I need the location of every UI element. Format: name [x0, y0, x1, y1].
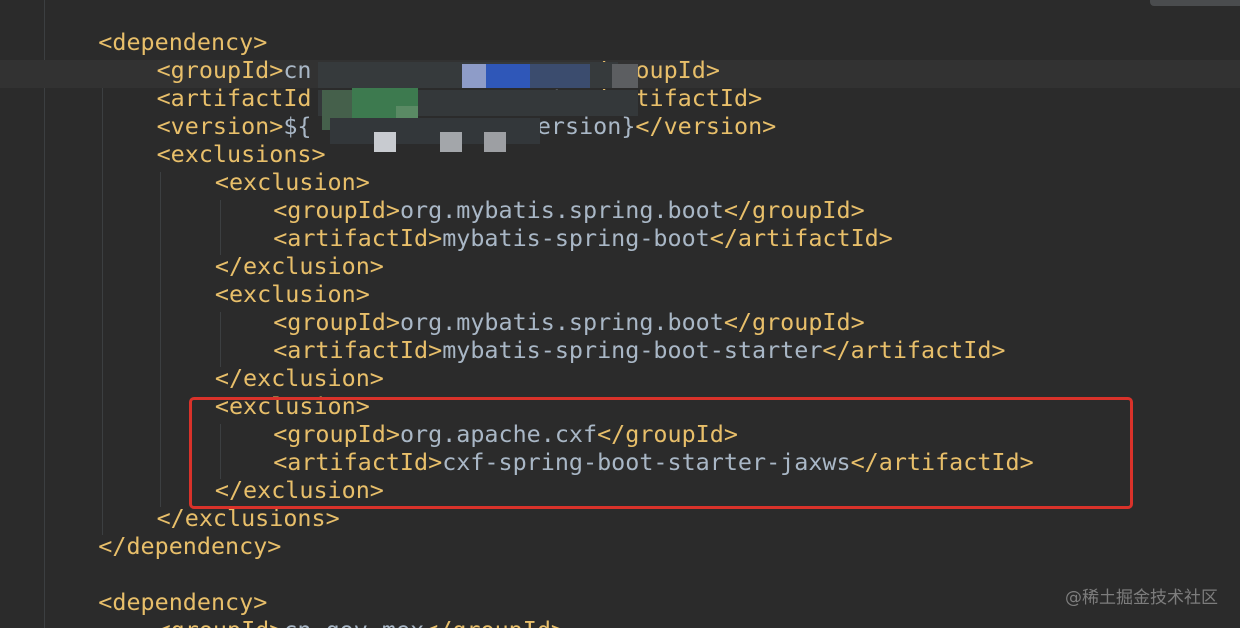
indent-guide: [160, 172, 161, 507]
xml-text: cn: [283, 56, 312, 84]
xml-text: org.mybatis.spring.boot: [399, 196, 724, 224]
xml-tag: </artifactId>: [709, 224, 893, 252]
code-line[interactable]: <groupId>org.mybatis.spring.boot</groupI…: [273, 196, 864, 224]
redaction-pixel: [484, 132, 506, 152]
xml-tag: <version>: [156, 112, 284, 140]
xml-tag: <groupId>: [273, 308, 400, 336]
code-line[interactable]: <groupId>org.mybatis.spring.boot</groupI…: [273, 308, 864, 336]
indent-guide: [44, 0, 45, 628]
xml-tag: </artifactId>: [822, 336, 1006, 364]
xml-tag: </groupId>: [424, 616, 565, 628]
code-line[interactable]: </exclusion>: [215, 364, 384, 392]
code-line[interactable]: <groupId>cn.gov.mex</groupId>: [157, 616, 565, 628]
indent-guide: [220, 200, 221, 255]
xml-tag: </groupId>: [723, 196, 865, 224]
xml-tag: <groupId>: [273, 196, 400, 224]
scrollbar-thumb[interactable]: [1150, 0, 1240, 6]
code-line[interactable]: <exclusions>: [157, 140, 326, 168]
xml-tag: </groupId>: [723, 308, 865, 336]
xml-text: ersion}: [536, 112, 636, 140]
indent-guide: [220, 312, 221, 367]
code-line[interactable]: <artifactId>mybatis-spring-boot</artifac…: [273, 224, 893, 252]
xml-text: mybatis-spring-boot: [442, 224, 710, 252]
xml-tag: <artifactId>: [273, 224, 443, 252]
xml-tag: <groupId>: [157, 616, 284, 628]
highlight-annotation-box: [189, 397, 1133, 509]
redaction-pixel: [440, 132, 462, 152]
redaction-pixel: [374, 132, 396, 152]
indent-guide: [102, 60, 103, 535]
code-line[interactable]: </dependency>: [98, 532, 281, 560]
xml-tag: <artifactId>: [273, 336, 443, 364]
code-line[interactable]: </exclusion>: [215, 252, 384, 280]
xml-tag: <artifactId: [156, 84, 312, 112]
code-line[interactable]: <dependency>: [98, 28, 267, 56]
code-editor[interactable]: </dependency><dependency><groupId>cn er<…: [0, 0, 1240, 628]
xml-tag: <exclusion>: [214, 168, 370, 196]
code-line[interactable]: <exclusion>: [215, 168, 370, 196]
xml-tag: <dependency>: [98, 28, 268, 56]
xml-tag: <groupId>: [156, 56, 284, 84]
xml-tag: <exclusions>: [156, 140, 326, 168]
xml-tag: <exclusion>: [214, 280, 370, 308]
redaction-pixel: [612, 64, 638, 88]
xml-text: org.mybatis.spring.boot: [399, 308, 724, 336]
watermark: @稀土掘金技术社区: [1065, 588, 1218, 608]
code-line[interactable]: <dependency>: [98, 588, 267, 616]
redaction-blur: [330, 118, 540, 144]
xml-tag: <dependency>: [98, 588, 268, 616]
xml-tag: </version>: [635, 112, 777, 140]
xml-text: mybatis-spring-boot-starter: [442, 336, 823, 364]
xml-tag: </dependency>: [98, 532, 282, 560]
code-line[interactable]: <artifactId>mybatis-spring-boot-starter<…: [273, 336, 1005, 364]
xml-tag: </exclusion>: [214, 252, 384, 280]
redaction-pixel: [486, 64, 530, 88]
redaction-pixel: [462, 64, 486, 88]
xml-text: cn.gov.mex: [283, 616, 424, 628]
redaction-pixel: [530, 64, 590, 88]
code-line[interactable]: <exclusion>: [215, 280, 370, 308]
xml-tag: </exclusion>: [214, 364, 384, 392]
xml-text: ${: [283, 112, 312, 140]
